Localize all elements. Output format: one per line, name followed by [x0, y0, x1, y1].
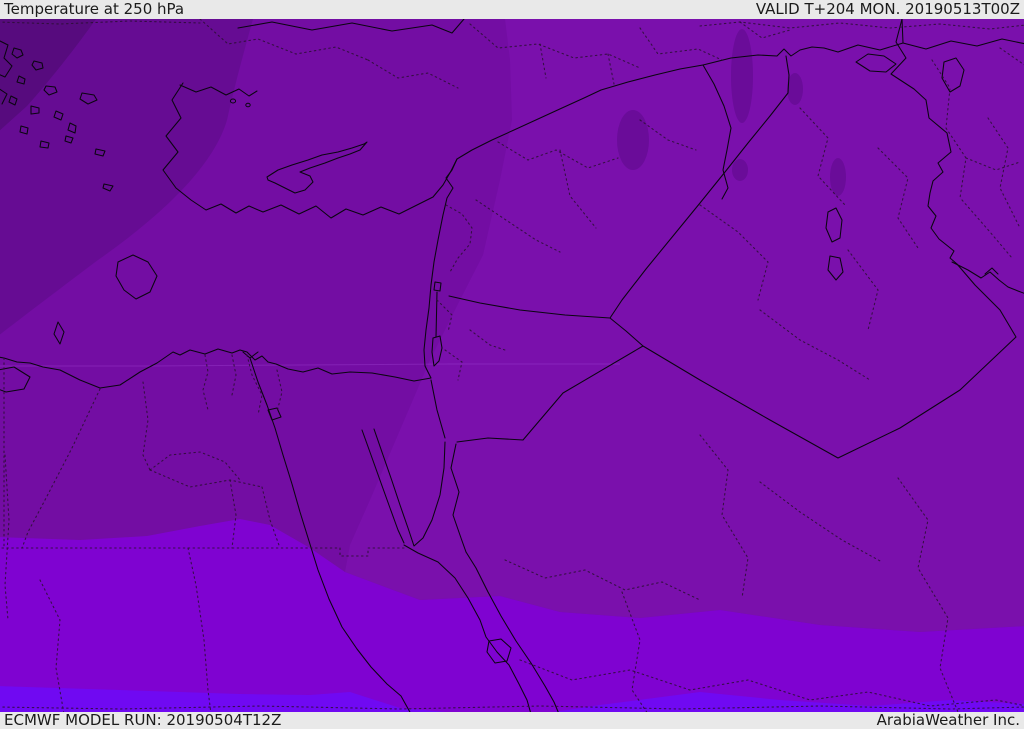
weather-map [0, 19, 1024, 712]
cold-patch [732, 159, 748, 181]
model-run-label: ECMWF MODEL RUN: 20190504T12Z [4, 711, 282, 729]
brand-label: ArabiaWeather Inc. [876, 711, 1020, 729]
weather-map-screen: { "header": { "title": "Temperature at 2… [0, 0, 1024, 729]
cold-patch [787, 73, 803, 105]
temperature-bands [0, 19, 1024, 712]
top-title-bar: Temperature at 250 hPa VALID T+204 MON. … [0, 0, 1024, 19]
bottom-status-bar: ECMWF MODEL RUN: 20190504T12Z ArabiaWeat… [0, 712, 1024, 729]
cold-patch [617, 110, 649, 170]
valid-time-label: VALID T+204 MON. 20190513T00Z [755, 0, 1020, 18]
cold-patch [731, 29, 753, 123]
map-title: Temperature at 250 hPa [4, 0, 185, 18]
cold-patch [830, 158, 846, 196]
